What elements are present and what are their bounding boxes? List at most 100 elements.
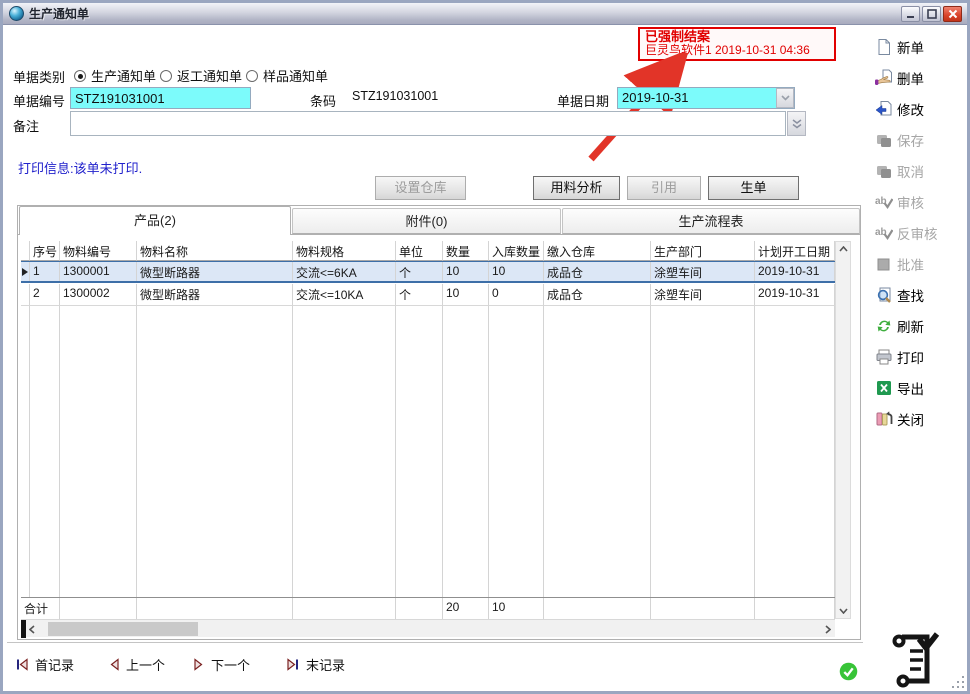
total-in-qty: 10	[489, 598, 544, 619]
reverse-audit-button[interactable]: ab 反审核	[875, 222, 965, 244]
barcode-value: STZ191031001	[352, 89, 438, 103]
stamp-status-text: 已强制结案	[645, 30, 829, 44]
resize-grip[interactable]	[951, 675, 964, 688]
radio-sample-notice[interactable]: 样品通知单	[246, 66, 328, 85]
next-record-icon	[193, 658, 205, 671]
remark-expand-button[interactable]	[787, 111, 806, 136]
audit-button[interactable]: ab 审核	[875, 191, 965, 213]
new-doc-icon	[875, 38, 893, 56]
reference-button[interactable]: 引用	[627, 176, 701, 200]
table-row[interactable]: 1 1300001 微型断路器 交流<=6KA 个 10 10 成品仓 涂塑车间…	[21, 261, 835, 283]
scroll-up-icon[interactable]	[839, 246, 848, 252]
remark-input[interactable]	[70, 111, 786, 136]
toolbar-sidebar: 新单 删单 修改 保存 取消 ab 审核 ab	[875, 36, 965, 430]
minimize-icon	[906, 10, 915, 19]
last-record-icon	[286, 658, 300, 671]
col-dept: 生产部门	[651, 241, 755, 261]
doc-no-input[interactable]	[70, 87, 251, 109]
window-title: 生产通知单	[29, 5, 89, 22]
col-seq: 序号	[30, 241, 60, 261]
radio-production-notice[interactable]: 生产通知单	[74, 66, 156, 85]
scroll-right-icon[interactable]	[825, 625, 831, 634]
close-button[interactable]	[943, 6, 962, 22]
scroll-edge-marker	[21, 620, 26, 638]
radio-circle	[160, 70, 172, 82]
tab-attachments[interactable]: 附件(0)	[292, 208, 561, 234]
close-doc-icon	[875, 410, 893, 428]
export-button[interactable]: 导出	[875, 377, 965, 399]
red-annotation-arrow	[575, 53, 697, 167]
refresh-icon	[875, 317, 893, 335]
search-icon	[875, 286, 893, 304]
total-label: 合计	[21, 598, 60, 619]
close-window-button[interactable]: 关闭	[875, 408, 965, 430]
bottom-divider	[7, 642, 863, 644]
save-icon	[875, 131, 893, 149]
next-record-button[interactable]: 下一个	[193, 655, 250, 674]
modify-doc-icon	[875, 100, 893, 118]
first-record-icon	[15, 658, 29, 671]
date-label: 单据日期	[557, 91, 609, 110]
col-unit: 单位	[396, 241, 443, 261]
maximize-button[interactable]	[922, 6, 941, 22]
previous-record-icon	[108, 658, 120, 671]
refresh-button[interactable]: 刷新	[875, 315, 965, 337]
radio-circle	[246, 70, 258, 82]
find-button[interactable]: 查找	[875, 284, 965, 306]
printer-icon	[875, 348, 893, 366]
delete-doc-button[interactable]: 删单	[875, 67, 965, 89]
app-globe-icon	[9, 6, 24, 21]
minimize-button[interactable]	[901, 6, 920, 22]
cancel-icon	[875, 162, 893, 180]
approve-button[interactable]: 批准	[875, 253, 965, 275]
table-row[interactable]: 2 1300002 微型断路器 交流<=10KA 个 10 0 成品仓 涂塑车间…	[21, 284, 835, 306]
modify-doc-button[interactable]: 修改	[875, 98, 965, 120]
save-button[interactable]: 保存	[875, 129, 965, 151]
delete-doc-icon	[875, 69, 893, 87]
title-bar: 生产通知单	[3, 3, 967, 25]
radio-rework-notice[interactable]: 返工通知单	[160, 66, 242, 85]
first-record-button[interactable]: 首记录	[15, 655, 74, 674]
horizontal-scroll-thumb[interactable]	[48, 622, 198, 636]
cancel-button[interactable]: 取消	[875, 160, 965, 182]
table-header-row: 序号 物料编号 物料名称 物料规格 单位 数量 入库数量 缴入仓库 生产部门 计…	[21, 241, 835, 261]
scroll-down-icon[interactable]	[839, 608, 848, 614]
col-material-spec: 物料规格	[293, 241, 396, 261]
detail-panel: 产品(2) 附件(0) 生产流程表 序号 物料编号 物料名称 物料规格 单位 数…	[17, 205, 861, 640]
print-button[interactable]: 打印	[875, 346, 965, 368]
set-warehouse-button[interactable]: 设置仓库	[375, 176, 466, 200]
close-icon	[948, 9, 958, 19]
previous-record-button[interactable]: 上一个	[108, 655, 165, 674]
horizontal-scrollbar[interactable]	[21, 619, 835, 637]
grid-empty-area	[21, 306, 835, 597]
approve-icon	[875, 255, 893, 273]
tab-process-sheet[interactable]: 生产流程表	[562, 208, 860, 234]
chevron-down-icon	[781, 95, 790, 101]
app-window: 生产通知单 已强制结案 巨灵鸟软件1 2019-10-31 04:36 单据类别…	[0, 0, 970, 694]
scroll-left-icon[interactable]	[29, 625, 35, 634]
last-record-button[interactable]: 末记录	[286, 655, 345, 674]
print-info-text: 打印信息:该单未打印.	[18, 158, 142, 177]
table-total-row: 合计 20 10	[21, 597, 835, 619]
maximize-icon	[927, 9, 937, 19]
new-doc-button[interactable]: 新单	[875, 36, 965, 58]
col-qty: 数量	[443, 241, 489, 261]
date-field[interactable]: 2019-10-31	[617, 87, 795, 109]
radio-circle	[74, 70, 86, 82]
app-scroll-logo-icon	[889, 631, 941, 689]
material-analysis-button[interactable]: 用料分析	[533, 176, 620, 200]
col-warehouse: 缴入仓库	[544, 241, 651, 261]
reverse-audit-icon: ab	[875, 224, 893, 242]
selected-row-marker-icon	[21, 262, 30, 281]
tab-products[interactable]: 产品(2)	[19, 206, 291, 235]
col-material-no: 物料编号	[60, 241, 137, 261]
vertical-scrollbar[interactable]	[835, 241, 851, 619]
barcode-label: 条码	[310, 91, 336, 110]
audit-icon: ab	[875, 193, 893, 211]
category-label: 单据类别	[13, 67, 65, 86]
date-dropdown-button[interactable]	[776, 88, 794, 108]
total-qty: 20	[443, 598, 489, 619]
doc-no-label: 单据编号	[13, 91, 65, 110]
create-order-button[interactable]: 生单	[708, 176, 799, 200]
remark-label: 备注	[13, 116, 39, 135]
